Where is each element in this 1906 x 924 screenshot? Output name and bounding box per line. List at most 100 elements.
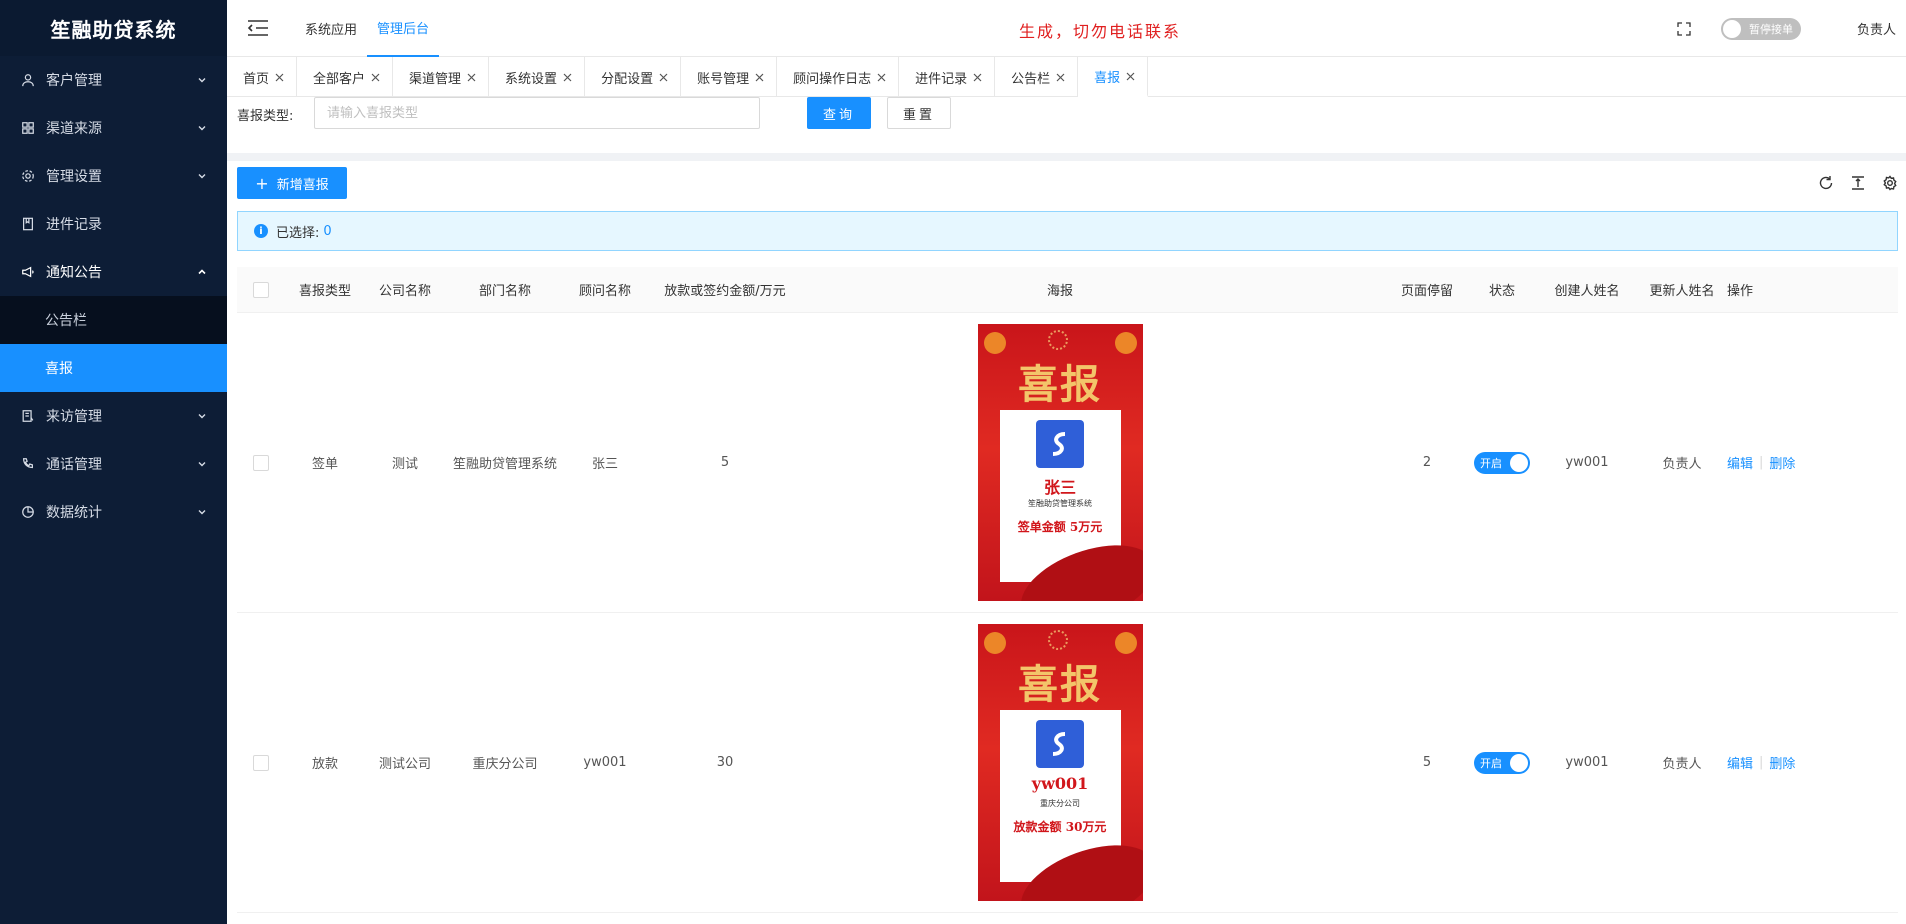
close-icon[interactable] [659, 73, 668, 82]
megaphone-icon [20, 264, 36, 280]
fullscreen-icon[interactable] [1677, 21, 1691, 36]
tab-system-settings[interactable]: 系统设置 [489, 57, 586, 97]
selection-alert: i 已选择: 0 [237, 211, 1898, 251]
sidebar-item-label: 管理设置 [46, 169, 102, 185]
poster-name: yw001 [1031, 774, 1089, 793]
close-icon[interactable] [467, 73, 476, 82]
tab-label: 公告栏 [1011, 71, 1051, 87]
sidebar-item-good-news[interactable]: 喜报 [0, 344, 227, 392]
nav-system-apps[interactable]: 系统应用 [295, 0, 367, 57]
select-all-checkbox[interactable] [253, 281, 269, 298]
poster-company: 重庆分公司 [1040, 799, 1080, 808]
edit-link[interactable]: 编辑 [1727, 753, 1753, 772]
row-checkbox[interactable] [253, 754, 269, 771]
row-checkbox[interactable] [253, 454, 269, 471]
grid-icon [20, 120, 36, 136]
cell-amount: 5 [720, 455, 730, 470]
poster-company: 笙融助贷管理系统 [1028, 499, 1092, 508]
user-menu[interactable]: 负责人 [1857, 19, 1896, 38]
row-select-cell [237, 313, 285, 612]
reset-button[interactable]: 重置 [887, 97, 951, 129]
sidebar-item-settings[interactable]: 管理设置 [0, 152, 227, 200]
cell-stay: 5 [1422, 755, 1432, 770]
sidebar-item-calls[interactable]: 通话管理 [0, 440, 227, 488]
tab-channels[interactable]: 渠道管理 [393, 57, 490, 97]
sidebar-item-bulletin[interactable]: 公告栏 [0, 296, 227, 344]
query-button[interactable]: 查询 [807, 97, 871, 129]
tab-all-customers[interactable]: 全部客户 [297, 57, 394, 97]
cell-stay: 2 [1422, 455, 1432, 470]
pause-orders-toggle[interactable]: 暂停接单 [1720, 17, 1801, 40]
col-department: 部门名称 [478, 284, 531, 299]
sidebar: 笙融助贷系统 客户管理 渠道来源 管理设置 进件记录 通知公告 公告栏 喜报 来… [0, 0, 227, 924]
sidebar-item-notices[interactable]: 通知公告 [0, 248, 227, 296]
status-switch[interactable]: 开启 [1474, 751, 1530, 774]
good-news-poster[interactable]: 喜报 张三 笙融助贷管理系统 签单金额 5万元 [977, 324, 1143, 601]
firework-decoration [1047, 330, 1068, 350]
table-row: 放款 测试公司 重庆分公司 yw001 30 喜报 yw001 重庆分公司 放款… [237, 613, 1898, 913]
refresh-icon[interactable] [1818, 175, 1834, 191]
poster-title: 喜报 [1018, 361, 1102, 408]
menu-fold-icon[interactable] [247, 19, 269, 37]
cell-amount: 30 [716, 755, 734, 770]
poster-title: 喜报 [1018, 661, 1102, 708]
tab-good-news[interactable]: 喜报 [1078, 57, 1149, 97]
close-icon[interactable] [1056, 73, 1065, 82]
pie-chart-icon [20, 504, 36, 520]
delete-link[interactable]: 删除 [1769, 453, 1795, 472]
tab-label: 喜报 [1094, 70, 1121, 86]
plus-icon: + [255, 173, 269, 193]
cell-department: 笙融助贷管理系统 [452, 457, 557, 472]
delete-link[interactable]: 删除 [1769, 753, 1795, 772]
col-stay: 页面停留 [1400, 284, 1453, 299]
close-icon[interactable] [275, 73, 284, 82]
tab-records[interactable]: 进件记录 [899, 57, 996, 97]
tab-bulletin[interactable]: 公告栏 [995, 57, 1079, 97]
nav-admin[interactable]: 管理后台 [367, 0, 440, 57]
good-news-type-input[interactable] [314, 97, 760, 129]
col-poster: 海报 [1046, 284, 1073, 299]
tab-label: 顾问操作日志 [793, 71, 872, 87]
sidebar-item-customers[interactable]: 客户管理 [0, 56, 227, 104]
header-right: 暂停接单 负责人 [1677, 0, 1896, 57]
gear-icon [20, 168, 36, 184]
tab-home[interactable]: 首页 [227, 57, 298, 97]
close-icon[interactable] [877, 73, 886, 82]
selection-count: 0 [323, 223, 332, 239]
sidebar-item-label: 公告栏 [45, 313, 87, 329]
col-amount: 放款或签约金额/万元 [664, 284, 786, 299]
status-switch[interactable]: 开启 [1474, 451, 1530, 474]
col-creator: 创建人姓名 [1554, 284, 1620, 299]
good-news-poster[interactable]: 喜报 yw001 重庆分公司 放款金额 30万元 [977, 624, 1143, 901]
sidebar-item-visits[interactable]: 来访管理 [0, 392, 227, 440]
divider: | [1759, 455, 1764, 470]
table-card: + 新增喜报 i 已选择: 0 喜报类型 公司名称 部门名称 顾问名称 放款或签… [227, 161, 1906, 924]
sidebar-item-channels[interactable]: 渠道来源 [0, 104, 227, 152]
tab-allocation[interactable]: 分配设置 [585, 57, 682, 97]
chevron-down-icon [198, 414, 206, 419]
close-icon[interactable] [755, 73, 764, 82]
top-header: 系统应用 管理后台 生成，切勿电话联系 暂停接单 负责人 [227, 0, 1906, 57]
close-icon[interactable] [1126, 72, 1135, 81]
select-all-cell [237, 267, 285, 312]
selection-label: 已选择: [276, 225, 320, 241]
settings-gear-icon[interactable] [1882, 175, 1898, 191]
sidebar-item-records[interactable]: 进件记录 [0, 200, 227, 248]
sidebar-item-label: 渠道来源 [46, 121, 102, 137]
edit-link[interactable]: 编辑 [1727, 453, 1753, 472]
close-icon[interactable] [563, 73, 572, 82]
table-toolbar [1818, 175, 1898, 191]
tab-bar: 首页 全部客户 渠道管理 系统设置 分配设置 账号管理 顾问操作日志 进件记录 … [227, 57, 1906, 97]
sidebar-item-statistics[interactable]: 数据统计 [0, 488, 227, 536]
close-icon[interactable] [371, 73, 380, 82]
top-nav: 系统应用 管理后台 [295, 0, 440, 57]
sidebar-item-label: 数据统计 [46, 505, 102, 521]
col-updater: 更新人姓名 [1649, 284, 1715, 299]
column-height-icon[interactable] [1850, 175, 1866, 191]
tab-accounts[interactable]: 账号管理 [681, 57, 778, 97]
close-icon[interactable] [973, 73, 982, 82]
add-good-news-button[interactable]: + 新增喜报 [237, 167, 347, 199]
document-icon [20, 216, 36, 232]
tab-advisor-log[interactable]: 顾问操作日志 [777, 57, 900, 97]
user-icon [20, 72, 36, 88]
